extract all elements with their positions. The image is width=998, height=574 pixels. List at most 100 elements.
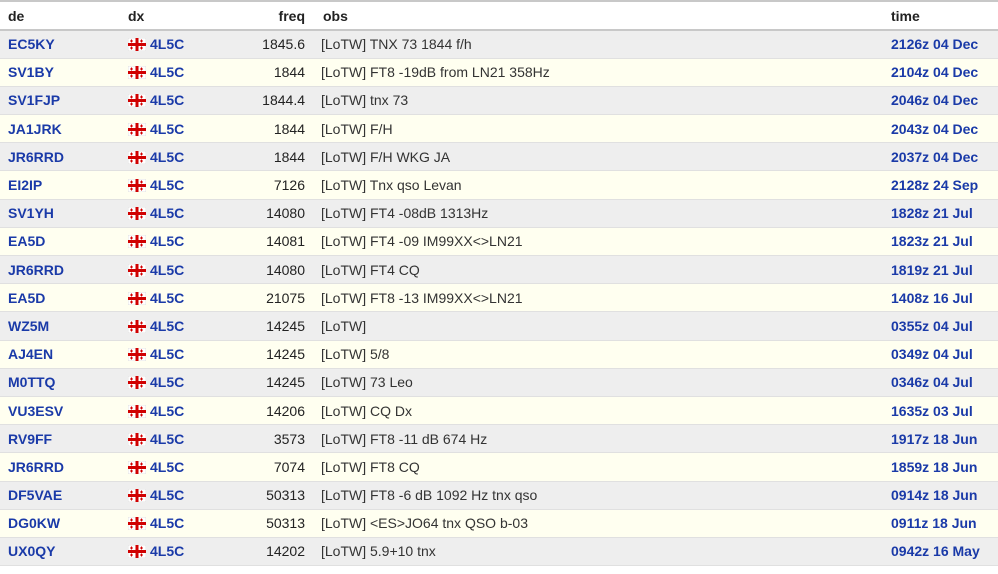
de-callsign-link[interactable]: WZ5M — [8, 318, 49, 334]
cell-de: DG0KW — [0, 509, 120, 538]
cell-dx: 4L5C — [120, 537, 245, 567]
dx-callsign-link[interactable]: 4L5C — [150, 431, 184, 447]
cell-de: SV1BY — [0, 58, 120, 87]
dx-callsign-link[interactable]: 4L5C — [150, 346, 184, 362]
de-callsign-link[interactable]: DF5VAE — [8, 487, 62, 503]
georgia-flag-icon — [127, 94, 147, 108]
dx-callsign-link[interactable]: 4L5C — [150, 177, 184, 193]
georgia-flag-icon — [127, 376, 147, 390]
table-row: VU3ESV 4L5C 14206 [LoTW] CQ Dx 1635z 03 Jul — [0, 396, 998, 426]
georgia-flag-icon — [127, 460, 147, 475]
cell-obs: [LoTW] FT8 CQ — [315, 452, 883, 482]
dx-callsign-link[interactable]: 4L5C — [150, 459, 184, 475]
dx-callsign-link[interactable]: 4L5C — [150, 262, 184, 278]
dx-callsign-link[interactable]: 4L5C — [150, 543, 184, 559]
time-link[interactable]: 2037z 04 Dec — [891, 149, 978, 165]
header-row: de dx freq obs time — [0, 0, 998, 31]
time-link[interactable]: 1408z 16 Jul — [891, 290, 973, 306]
de-callsign-link[interactable]: JR6RRD — [8, 149, 64, 165]
time-link[interactable]: 0355z 04 Jul — [891, 318, 973, 334]
cell-freq: 14081 — [245, 227, 315, 257]
de-callsign-link[interactable]: SV1BY — [8, 64, 54, 80]
de-callsign-link[interactable]: EA5D — [8, 233, 45, 249]
dx-callsign-link[interactable]: 4L5C — [150, 121, 184, 137]
dx-callsign-link[interactable]: 4L5C — [150, 374, 184, 390]
de-callsign-link[interactable]: UX0QY — [8, 543, 55, 559]
time-link[interactable]: 1823z 21 Jul — [891, 233, 973, 249]
cell-time: 2037z 04 Dec — [883, 142, 998, 172]
header-dx: dx — [120, 0, 245, 31]
cell-dx: 4L5C — [120, 509, 245, 538]
de-callsign-link[interactable]: RV9FF — [8, 431, 52, 447]
table-row: WZ5M 4L5C 14245 [LoTW] 0355z 04 Jul — [0, 311, 998, 341]
cell-obs: [LoTW] 73 Leo — [315, 368, 883, 397]
de-callsign-link[interactable]: EC5KY — [8, 36, 55, 52]
cell-freq: 1845.6 — [245, 30, 315, 59]
dx-callsign-link[interactable]: 4L5C — [150, 205, 184, 221]
time-link[interactable]: 1828z 21 Jul — [891, 205, 973, 221]
time-link[interactable]: 1859z 18 Jun — [891, 459, 977, 475]
time-link[interactable]: 0911z 18 Jun — [891, 515, 977, 531]
cell-time: 0349z 04 Jul — [883, 340, 998, 369]
table-row: UX0QY 4L5C 14202 [LoTW] 5.9+10 tnx 0942z 16 … — [0, 537, 998, 567]
cell-de: AJ4EN — [0, 340, 120, 369]
dx-callsign-link[interactable]: 4L5C — [150, 403, 184, 419]
cell-freq: 7074 — [245, 452, 315, 482]
dx-callsign-link[interactable]: 4L5C — [150, 92, 184, 108]
georgia-flag-icon — [127, 206, 147, 221]
de-callsign-link[interactable]: JR6RRD — [8, 459, 64, 475]
dx-callsign-link[interactable]: 4L5C — [150, 318, 184, 334]
dx-callsign-link[interactable]: 4L5C — [150, 290, 184, 306]
cell-de: EI2IP — [0, 170, 120, 200]
cell-freq: 1844 — [245, 142, 315, 172]
cell-freq: 7126 — [245, 170, 315, 200]
header-time: time — [883, 0, 998, 31]
de-callsign-link[interactable]: AJ4EN — [8, 346, 53, 362]
dx-callsign-link[interactable]: 4L5C — [150, 64, 184, 80]
dx-callsign-link[interactable]: 4L5C — [150, 487, 184, 503]
cell-time: 2126z 04 Dec — [883, 30, 998, 59]
table-row: JR6RRD 4L5C 14080 [LoTW] FT4 CQ 1819z 21 Jul — [0, 255, 998, 285]
dx-callsign-link[interactable]: 4L5C — [150, 233, 184, 249]
cell-freq: 14080 — [245, 199, 315, 228]
time-link[interactable]: 0942z 16 May — [891, 543, 980, 559]
georgia-flag-icon — [127, 347, 147, 362]
de-callsign-link[interactable]: VU3ESV — [8, 403, 63, 419]
de-callsign-link[interactable]: DG0KW — [8, 515, 60, 531]
time-link[interactable]: 2046z 04 Dec — [891, 92, 978, 108]
de-callsign-link[interactable]: EI2IP — [8, 177, 42, 193]
time-link[interactable]: 2104z 04 Dec — [891, 64, 978, 80]
dx-callsign-link[interactable]: 4L5C — [150, 515, 184, 531]
time-link[interactable]: 2043z 04 Dec — [891, 121, 978, 137]
time-link[interactable]: 0349z 04 Jul — [891, 346, 973, 362]
de-callsign-link[interactable]: JA1JRK — [8, 121, 62, 137]
table-row: SV1FJP 4L5C 1844.4 [LoTW] tnx 73 2046z 04 De… — [0, 86, 998, 116]
georgia-flag-icon — [127, 150, 147, 165]
georgia-flag-icon — [127, 319, 147, 334]
dx-callsign-link[interactable]: 4L5C — [150, 36, 184, 52]
time-link[interactable]: 1917z 18 Jun — [891, 431, 977, 447]
de-callsign-link[interactable]: JR6RRD — [8, 262, 64, 278]
cell-de: M0TTQ — [0, 368, 120, 397]
de-callsign-link[interactable]: M0TTQ — [8, 374, 55, 390]
time-link[interactable]: 1819z 21 Jul — [891, 262, 973, 278]
time-link[interactable]: 1635z 03 Jul — [891, 403, 973, 419]
cell-time: 2046z 04 Dec — [883, 86, 998, 116]
de-callsign-link[interactable]: SV1FJP — [8, 92, 60, 108]
table-row: JR6RRD 4L5C 7074 [LoTW] FT8 CQ 1859z 18 Jun — [0, 452, 998, 482]
time-link[interactable]: 2126z 04 Dec — [891, 36, 978, 52]
time-link[interactable]: 2128z 24 Sep — [891, 177, 978, 193]
cell-obs: [LoTW] FT4 CQ — [315, 255, 883, 285]
de-callsign-link[interactable]: EA5D — [8, 290, 45, 306]
table-row: EI2IP 4L5C 7126 [LoTW] Tnx qso Levan 2128z 2… — [0, 170, 998, 200]
cell-de: DF5VAE — [0, 481, 120, 510]
cell-obs: [LoTW] FT8 -11 dB 674 Hz — [315, 424, 883, 454]
table-row: SV1YH 4L5C 14080 [LoTW] FT4 -08dB 1313Hz 182… — [0, 199, 998, 228]
de-callsign-link[interactable]: SV1YH — [8, 205, 54, 221]
georgia-flag-icon — [127, 404, 147, 418]
time-link[interactable]: 0346z 04 Jul — [891, 374, 973, 390]
dx-callsign-link[interactable]: 4L5C — [150, 149, 184, 165]
cell-obs: [LoTW] FT4 -08dB 1313Hz — [315, 199, 883, 228]
cell-obs: [LoTW] TNX 73 1844 f/h — [315, 30, 883, 59]
time-link[interactable]: 0914z 18 Jun — [891, 487, 977, 503]
